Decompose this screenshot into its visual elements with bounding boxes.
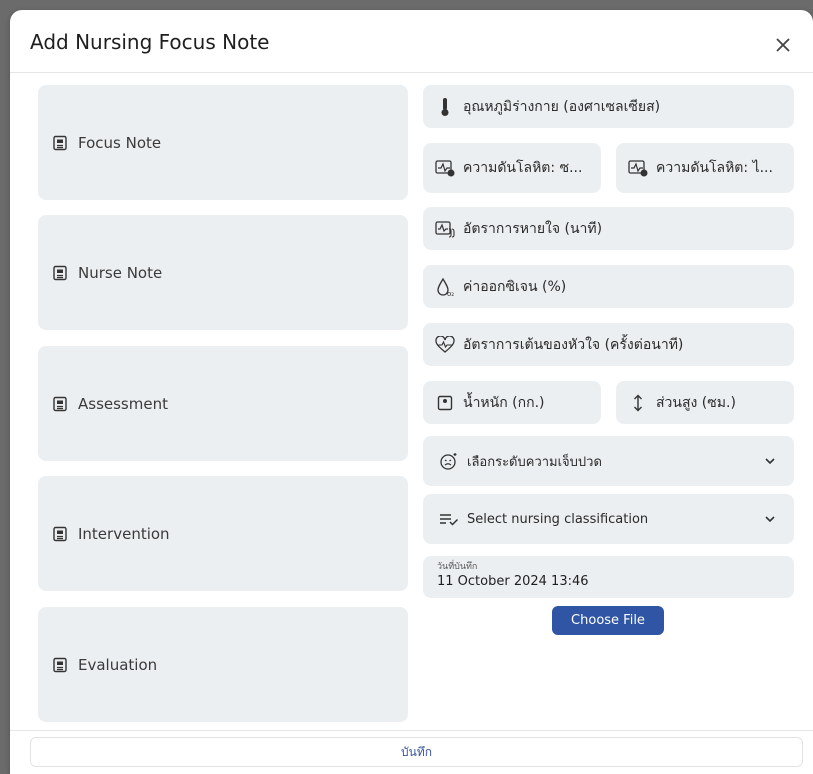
bp-diastolic-input[interactable]: ความดันโลหิต: ไ... (616, 143, 794, 193)
thermometer-icon (435, 97, 455, 117)
save-button[interactable]: บันทึก (30, 737, 803, 767)
note-icon (53, 265, 67, 280)
oxygen-input[interactable]: o₂ ค่าออกซิเจน (%) (423, 265, 794, 308)
heart-pulse-icon (435, 335, 455, 355)
add-nursing-focus-note-dialog: Add Nursing Focus Note Focus Note Nurse … (10, 10, 813, 774)
pain-face-icon (439, 451, 459, 471)
heart-rate-label: อัตราการเต้นของหัวใจ (ครั้งต่อนาที) (463, 336, 684, 353)
record-date-field[interactable]: วันที่บันทึก 11 October 2024 13:46 (423, 556, 794, 598)
choose-file-button[interactable]: Choose File (552, 606, 664, 635)
respiratory-rate-input[interactable]: อัตราการหายใจ (นาที) (423, 207, 794, 250)
evaluation-field[interactable]: Evaluation (38, 607, 408, 722)
respiratory-rate-label: อัตราการหายใจ (นาที) (463, 220, 603, 237)
note-icon (53, 657, 67, 672)
chevron-down-icon (765, 458, 775, 465)
note-icon (53, 526, 67, 541)
oxygen-drop-icon: o₂ (435, 277, 455, 297)
bp-systolic-input[interactable]: ความดันโลหิต: ซ... (423, 143, 601, 193)
height-input[interactable]: ส่วนสูง (ซม.) (616, 381, 794, 424)
bp-diastolic-label: ความดันโลหิต: ไ... (656, 160, 773, 176)
temperature-label: อุณหภูมิร่างกาย (องศาเซลเซียส) (463, 98, 661, 115)
heart-rate-input[interactable]: อัตราการเต้นของหัวใจ (ครั้งต่อนาที) (423, 323, 794, 366)
bp-systolic-label: ความดันโลหิต: ซ... (463, 160, 583, 176)
pain-level-select[interactable]: เลือกระดับความเจ็บปวด (423, 436, 794, 486)
dialog-title: Add Nursing Focus Note (30, 30, 270, 54)
nursing-classification-select[interactable]: Select nursing classification (423, 494, 794, 544)
scale-icon (435, 393, 455, 413)
nurse-note-label: Nurse Note (78, 263, 163, 282)
focus-note-field[interactable]: Focus Note (38, 85, 408, 200)
pain-level-label: เลือกระดับความเจ็บปวด (467, 454, 602, 470)
list-check-icon (439, 509, 459, 529)
close-icon (776, 38, 790, 52)
footer-divider (10, 730, 813, 731)
focus-note-label: Focus Note (78, 133, 162, 152)
nurse-note-field[interactable]: Nurse Note (38, 215, 408, 330)
note-icon (53, 396, 67, 411)
nursing-classification-label: Select nursing classification (467, 511, 649, 527)
lungs-monitor-icon (435, 219, 455, 239)
assessment-field[interactable]: Assessment (38, 346, 408, 461)
assessment-label: Assessment (78, 394, 168, 413)
height-arrow-icon (628, 393, 648, 413)
oxygen-label: ค่าออกซิเจน (%) (463, 278, 567, 295)
blood-pressure-icon (435, 158, 455, 178)
record-date-label: วันที่บันทึก (437, 562, 478, 572)
close-button[interactable] (770, 32, 796, 58)
weight-label: น้ำหนัก (กก.) (463, 394, 545, 411)
evaluation-label: Evaluation (78, 655, 158, 674)
temperature-input[interactable]: อุณหภูมิร่างกาย (องศาเซลเซียส) (423, 85, 794, 128)
height-label: ส่วนสูง (ซม.) (656, 394, 736, 411)
chevron-down-icon (765, 516, 775, 523)
weight-input[interactable]: น้ำหนัก (กก.) (423, 381, 601, 424)
dialog-header: Add Nursing Focus Note (10, 10, 813, 73)
svg-text:o₂: o₂ (447, 290, 454, 297)
note-icon (53, 135, 67, 150)
intervention-field[interactable]: Intervention (38, 476, 408, 591)
intervention-label: Intervention (78, 524, 170, 543)
blood-pressure-icon (628, 158, 648, 178)
record-date-value: 11 October 2024 13:46 (437, 574, 589, 589)
